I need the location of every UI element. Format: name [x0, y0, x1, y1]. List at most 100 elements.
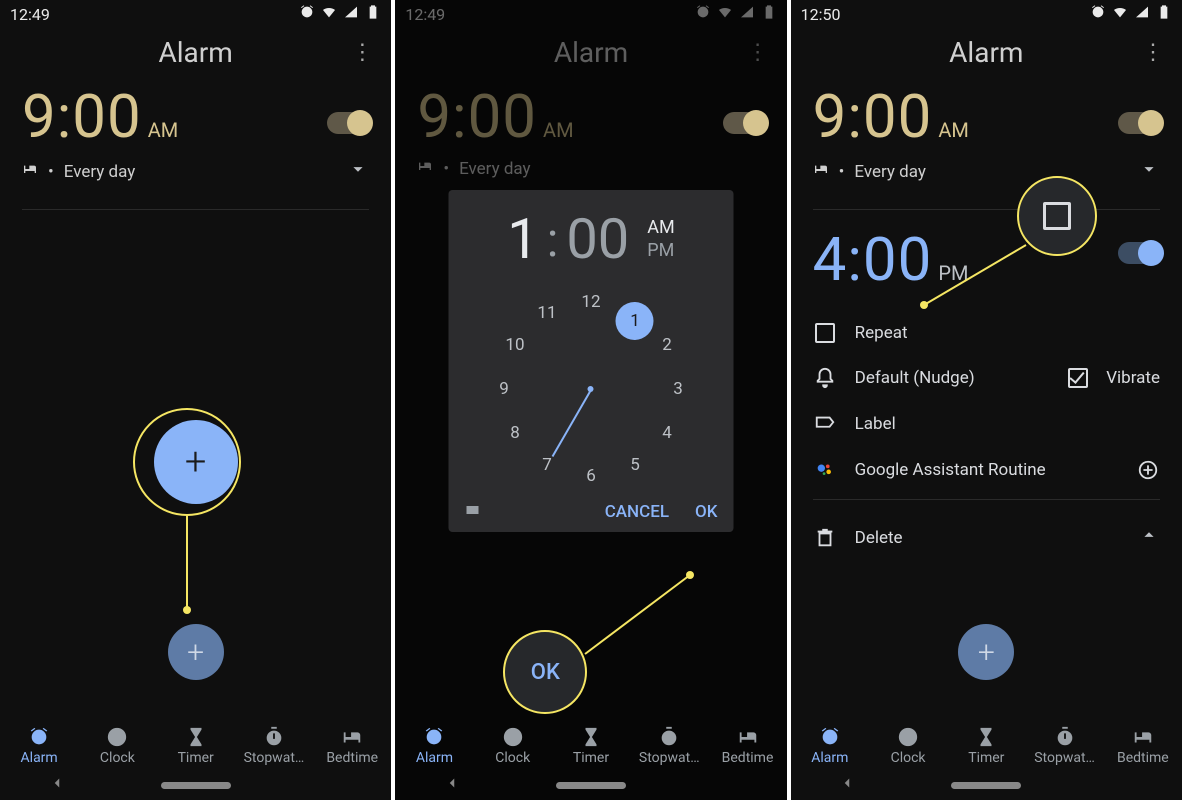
trash-icon — [813, 527, 837, 549]
clock-7[interactable]: 7 — [533, 451, 561, 479]
nav-alarm[interactable]: Alarm — [0, 726, 78, 766]
repeat-row[interactable]: Repeat — [813, 311, 1160, 355]
label-label: Label — [855, 414, 896, 434]
bullet: • — [48, 162, 54, 182]
back-button[interactable] — [443, 774, 461, 796]
nav-timer[interactable]: Timer — [157, 726, 235, 766]
ok-button[interactable]: OK — [695, 502, 717, 522]
nav-bedtime[interactable]: Bedtime — [313, 726, 391, 766]
keyboard-input-icon[interactable] — [464, 502, 480, 522]
nav-alarm[interactable]: Alarm — [791, 726, 869, 766]
clock-11[interactable]: 11 — [533, 299, 561, 327]
picker-minute[interactable]: 00 — [566, 206, 629, 272]
nav-alarm[interactable]: Alarm — [395, 726, 473, 766]
alarm-icon — [1090, 4, 1106, 24]
picker-colon: : — [547, 211, 559, 268]
divider — [22, 209, 369, 210]
expand-icon[interactable] — [1138, 158, 1160, 185]
delete-label: Delete — [855, 528, 903, 548]
clock-face[interactable]: 1 12 2 3 4 5 6 7 8 9 10 11 — [486, 284, 696, 494]
back-button[interactable] — [838, 774, 856, 796]
clock-4[interactable]: 4 — [653, 419, 681, 447]
nav-clock[interactable]: Clock — [474, 726, 552, 766]
label-row[interactable]: Label — [813, 401, 1160, 447]
delete-row[interactable]: Delete — [813, 512, 1160, 563]
battery-icon — [1156, 4, 1172, 24]
signal-icon — [343, 4, 359, 24]
picker-pm[interactable]: PM — [647, 240, 674, 261]
clock-8[interactable]: 8 — [501, 419, 529, 447]
bell-icon — [813, 367, 837, 389]
alarm-4pm-time[interactable]: 4:00 — [813, 224, 933, 295]
alarm-icon — [299, 4, 315, 24]
sound-row[interactable]: Default (Nudge) Vibrate — [813, 355, 1160, 401]
alarm-4pm-ampm: PM — [938, 261, 968, 285]
callout-dot-1 — [183, 606, 191, 614]
nav-stopwatch[interactable]: Stopwat… — [1025, 726, 1103, 766]
bottom-nav: Alarm Clock Timer Stopwat… Bedtime — [395, 726, 786, 766]
home-handle[interactable] — [556, 782, 626, 789]
bullet: • — [839, 162, 845, 182]
overflow-menu-icon[interactable]: ⋮ — [345, 40, 373, 65]
picker-am[interactable]: AM — [647, 217, 674, 238]
clock-10[interactable]: 10 — [501, 331, 529, 359]
status-time: 12:50 — [801, 5, 841, 24]
add-alarm-fab[interactable]: + — [168, 624, 224, 680]
nav-clock[interactable]: Clock — [78, 726, 156, 766]
assistant-routine-row[interactable]: Google Assistant Routine — [813, 447, 1160, 493]
status-time: 12:49 — [10, 5, 50, 24]
bottom-nav: Alarm Clock Timer Stopwat… Bedtime — [0, 726, 391, 766]
time-picker-dialog: 1 : 00 AM PM 1 12 2 3 4 5 6 7 8 9 — [448, 190, 733, 532]
repeat-checkbox[interactable] — [815, 323, 835, 343]
alarm-9am-ampm: AM — [148, 118, 179, 142]
home-handle[interactable] — [951, 782, 1021, 789]
clock-2[interactable]: 2 — [653, 331, 681, 359]
clock-5[interactable]: 5 — [621, 451, 649, 479]
nav-stopwatch[interactable]: Stopwat… — [235, 726, 313, 766]
alarm-9am-time[interactable]: 9:00 — [813, 81, 933, 152]
clock-3[interactable]: 3 — [664, 375, 692, 403]
alarm-9am-ampm: AM — [938, 118, 969, 142]
tag-icon — [813, 413, 837, 435]
nav-bedtime[interactable]: Bedtime — [1104, 726, 1182, 766]
picker-hour[interactable]: 1 — [507, 206, 538, 272]
add-routine-icon[interactable] — [1136, 459, 1160, 481]
alarm-9am-subtitle: Every day — [854, 162, 926, 182]
wifi-icon — [321, 4, 337, 24]
vibrate-checkbox[interactable] — [1068, 368, 1088, 388]
app-bar: Alarm ⋮ — [791, 24, 1182, 77]
repeat-label: Repeat — [855, 323, 908, 343]
alarm-9am-card[interactable]: 9:00 AM • Every day — [791, 77, 1182, 195]
clock-12[interactable]: 12 — [577, 288, 605, 316]
alarm-9am-time[interactable]: 9:00 — [22, 81, 142, 152]
assistant-icon — [813, 459, 837, 481]
battery-icon — [365, 4, 381, 24]
clock-selected-hour[interactable]: 1 — [616, 302, 654, 340]
system-nav — [0, 774, 391, 796]
clock-6[interactable]: 6 — [577, 462, 605, 490]
collapse-icon[interactable] — [1138, 524, 1160, 551]
alarm-9am-card[interactable]: 9:00 AM • Every day — [0, 77, 391, 195]
nav-bedtime[interactable]: Bedtime — [708, 726, 786, 766]
clock-9[interactable]: 9 — [490, 375, 518, 403]
alarm-9am-toggle[interactable] — [327, 112, 369, 134]
alarm-4pm-toggle[interactable] — [1118, 242, 1160, 264]
add-alarm-fab[interactable]: + — [958, 624, 1014, 680]
add-alarm-fab-highlighted[interactable]: + — [154, 420, 238, 504]
nav-clock[interactable]: Clock — [869, 726, 947, 766]
overflow-menu-icon[interactable]: ⋮ — [1136, 40, 1164, 65]
nav-timer[interactable]: Timer — [552, 726, 630, 766]
back-button[interactable] — [48, 774, 66, 796]
home-handle[interactable] — [161, 782, 231, 789]
status-bar: 12:49 — [0, 0, 391, 24]
bottom-nav: Alarm Clock Timer Stopwat… Bedtime — [791, 726, 1182, 766]
expand-icon[interactable] — [347, 158, 369, 185]
vibrate-label: Vibrate — [1106, 368, 1160, 388]
bed-icon — [22, 161, 38, 182]
alarm-9am-toggle[interactable] — [1118, 112, 1160, 134]
phone-screen-2: 12:49 Alarm ⋮ 9:00 AM • Every day — [395, 0, 790, 800]
cancel-button[interactable]: CANCEL — [605, 502, 669, 522]
nav-stopwatch[interactable]: Stopwat… — [630, 726, 708, 766]
nav-timer[interactable]: Timer — [947, 726, 1025, 766]
opt-divider — [813, 499, 1160, 500]
